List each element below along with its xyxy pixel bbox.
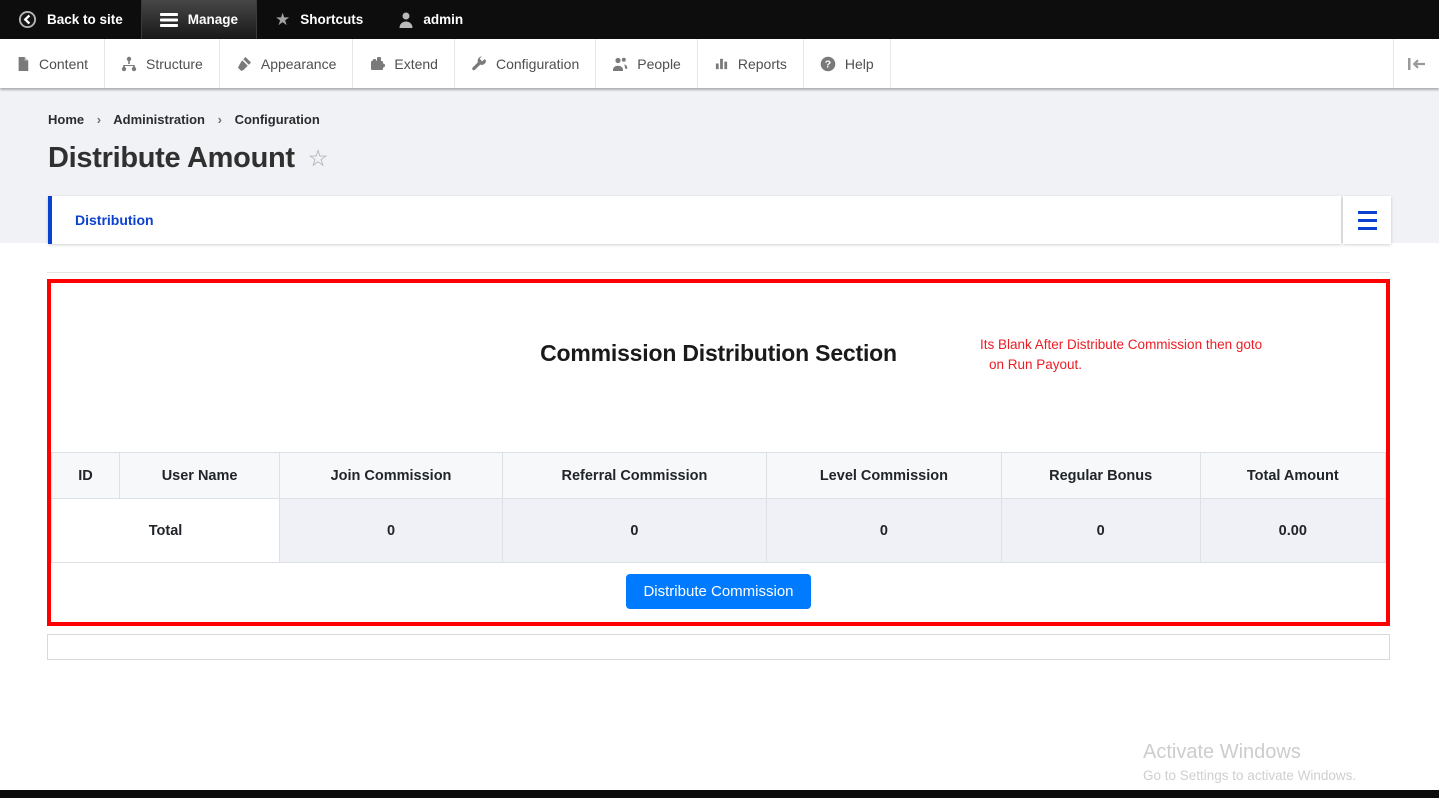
- menu-item-configuration[interactable]: Configuration: [455, 39, 596, 88]
- main-content: Commission Distribution Section Its Blan…: [0, 272, 1439, 798]
- back-to-site-label: Back to site: [47, 12, 123, 27]
- wrench-icon: [471, 56, 487, 72]
- menu-item-help[interactable]: ? Help: [804, 39, 891, 88]
- total-join-commission-cell: 0: [280, 499, 503, 563]
- breadcrumb-administration[interactable]: Administration: [113, 112, 205, 127]
- star-outline-icon[interactable]: ☆: [308, 147, 329, 170]
- menu-item-appearance[interactable]: Appearance: [220, 39, 354, 88]
- hamburger-icon: [160, 13, 178, 27]
- breadcrumb-separator: ›: [218, 112, 222, 127]
- back-to-site-button[interactable]: Back to site: [0, 0, 141, 39]
- commission-table: ID User Name Join Commission Referral Co…: [51, 452, 1386, 563]
- total-referral-commission-cell: 0: [502, 499, 766, 563]
- empty-panel: [47, 634, 1390, 660]
- total-regular-bonus-cell: 0: [1001, 499, 1200, 563]
- menu-item-structure-label: Structure: [146, 56, 203, 72]
- local-tasks: Distribution: [48, 196, 1391, 244]
- watermark-title: Activate Windows: [1143, 741, 1356, 764]
- admin-toolbar: Back to site Manage ★ Shortcuts: [0, 0, 1439, 39]
- table-header-row: ID User Name Join Commission Referral Co…: [52, 453, 1386, 499]
- manage-label: Manage: [188, 12, 238, 27]
- content-divider: [47, 272, 1390, 273]
- toolbar-collapse-button[interactable]: [1393, 39, 1439, 88]
- toolbar-spacer: [891, 39, 1393, 88]
- svg-text:?: ?: [825, 58, 831, 70]
- col-header-referral-commission: Referral Commission: [502, 453, 766, 499]
- col-header-id: ID: [52, 453, 120, 499]
- shortcuts-button[interactable]: ★ Shortcuts: [257, 0, 381, 39]
- activate-windows-watermark: Activate Windows Go to Settings to activ…: [1143, 741, 1356, 783]
- menu-item-reports-label: Reports: [738, 56, 787, 72]
- page-header: Home › Administration › Configuration Di…: [0, 88, 1439, 243]
- col-header-join-commission: Join Commission: [280, 453, 503, 499]
- breadcrumb-configuration[interactable]: Configuration: [235, 112, 320, 127]
- sitemap-icon: [121, 56, 137, 72]
- bar-chart-icon: [714, 56, 729, 71]
- admin-user-button[interactable]: admin: [381, 0, 481, 39]
- user-icon: [399, 12, 413, 28]
- admin-menu-bar: Content Structure Appearanc: [0, 39, 1439, 88]
- manage-menu-button[interactable]: Manage: [141, 0, 257, 39]
- question-circle-icon: ?: [820, 56, 836, 72]
- tab-distribution-label: Distribution: [75, 212, 154, 228]
- col-header-level-commission: Level Commission: [767, 453, 1002, 499]
- back-arrow-circle-icon: [18, 10, 37, 29]
- total-level-commission-cell: 0: [767, 499, 1002, 563]
- breadcrumb-separator: ›: [97, 112, 101, 127]
- menu-item-reports[interactable]: Reports: [698, 39, 804, 88]
- menu-item-extend[interactable]: Extend: [353, 39, 455, 88]
- col-header-user-name: User Name: [120, 453, 280, 499]
- commission-distribution-section: Commission Distribution Section Its Blan…: [47, 279, 1390, 626]
- menu-item-appearance-label: Appearance: [261, 56, 337, 72]
- col-header-total-amount: Total Amount: [1200, 453, 1385, 499]
- page: Back to site Manage ★ Shortcuts: [0, 0, 1439, 798]
- menu-item-structure[interactable]: Structure: [105, 39, 220, 88]
- table-total-row: Total 0 0 0 0 0.00: [52, 499, 1386, 563]
- total-label-cell: Total: [52, 499, 280, 563]
- page-title: Distribute Amount: [48, 142, 295, 175]
- total-amount-cell: 0.00: [1200, 499, 1385, 563]
- menu-item-people[interactable]: People: [596, 39, 698, 88]
- breadcrumb: Home › Administration › Configuration: [48, 112, 1391, 127]
- puzzle-icon: [369, 56, 385, 72]
- star-icon: ★: [275, 11, 290, 28]
- distribute-commission-button[interactable]: Distribute Commission: [626, 574, 810, 609]
- menu-item-people-label: People: [637, 56, 681, 72]
- blank-note-line1: Its Blank After Distribute Commission th…: [980, 335, 1310, 355]
- shortcuts-label: Shortcuts: [300, 12, 363, 27]
- watermark-subtitle: Go to Settings to activate Windows.: [1143, 768, 1356, 783]
- file-icon: [16, 56, 30, 72]
- menu-hamburger-icon: [1358, 211, 1377, 214]
- menu-item-content-label: Content: [39, 56, 88, 72]
- collapse-left-icon: [1407, 57, 1426, 71]
- breadcrumb-home[interactable]: Home: [48, 112, 84, 127]
- menu-item-configuration-label: Configuration: [496, 56, 579, 72]
- admin-user-label: admin: [423, 12, 463, 27]
- menu-item-help-label: Help: [845, 56, 874, 72]
- people-icon: [612, 56, 628, 72]
- tasks-menu-button[interactable]: [1343, 196, 1391, 244]
- blank-note: Its Blank After Distribute Commission th…: [980, 335, 1310, 376]
- brush-icon: [236, 56, 252, 72]
- menu-item-extend-label: Extend: [394, 56, 438, 72]
- col-header-regular-bonus: Regular Bonus: [1001, 453, 1200, 499]
- taskbar-edge: [0, 790, 1439, 798]
- blank-note-line2: on Run Payout.: [980, 355, 1310, 375]
- tab-distribution[interactable]: Distribution: [48, 196, 1341, 244]
- menu-item-content[interactable]: Content: [0, 39, 105, 88]
